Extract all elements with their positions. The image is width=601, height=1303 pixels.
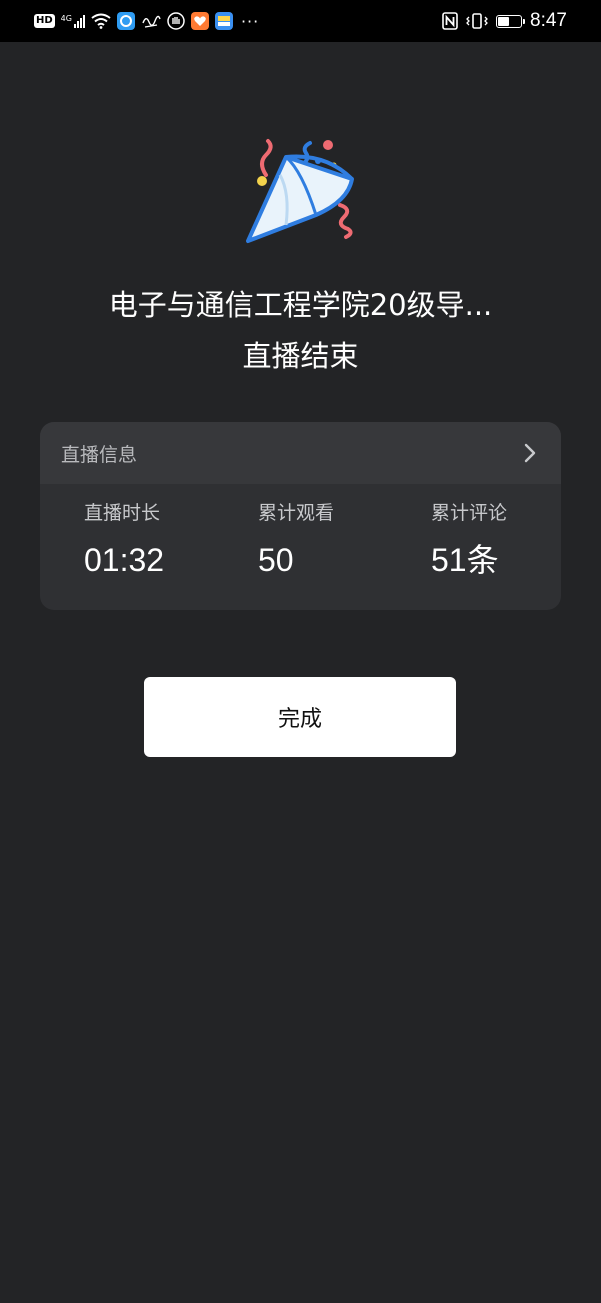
vibrate-icon: [466, 13, 488, 29]
nfc-icon: [442, 12, 458, 30]
stat-total-views: 累计观看 50: [258, 500, 334, 578]
heart-app-icon: [190, 12, 209, 30]
status-time: 8:47: [530, 10, 567, 31]
stat-label: 累计评论: [431, 502, 508, 524]
status-left-group: HD 4G ···: [34, 8, 259, 34]
battery-level: [498, 16, 509, 26]
live-info-header[interactable]: 直播信息: [40, 422, 561, 484]
live-stats: 直播时长 01:32 累计观看 50 累计评论 51条: [40, 484, 561, 610]
stat-label: 直播时长: [84, 502, 161, 524]
live-info-card: 直播信息 直播时长 01:32 累计观看 50 累计评论 51条: [40, 422, 561, 610]
status-bar: HD 4G ··· 8:47: [0, 0, 601, 42]
cellular-signal-icon: 4G: [60, 13, 85, 28]
more-notifications-icon: ···: [240, 11, 260, 31]
live-info-title: 直播信息: [61, 443, 138, 466]
network-type-label: 4G: [60, 13, 72, 23]
handwriting-app-icon: [142, 15, 161, 28]
hd-badge: HD: [34, 14, 55, 28]
stat-value: 51条: [431, 542, 499, 578]
hand-app-icon: [167, 12, 185, 30]
status-right-group: 8:47: [442, 8, 567, 34]
stat-value: 50: [258, 542, 294, 578]
stat-label: 累计观看: [258, 502, 335, 524]
battery-icon: [496, 14, 526, 28]
stat-value: 01:32: [84, 542, 165, 578]
live-title: 电子与通信工程学院20级导...: [108, 288, 493, 322]
chevron-right-icon[interactable]: [523, 442, 537, 464]
browser-app-icon: [116, 12, 135, 30]
stat-duration: 直播时长 01:32: [84, 500, 164, 578]
party-popper-icon: [246, 139, 354, 243]
stat-total-comments: 累计评论 51条: [431, 500, 507, 578]
done-button[interactable]: 完成: [144, 677, 456, 757]
gallery-app-icon: [214, 12, 233, 30]
wifi-icon: [91, 13, 111, 29]
live-ended-status: 直播结束: [242, 339, 359, 373]
